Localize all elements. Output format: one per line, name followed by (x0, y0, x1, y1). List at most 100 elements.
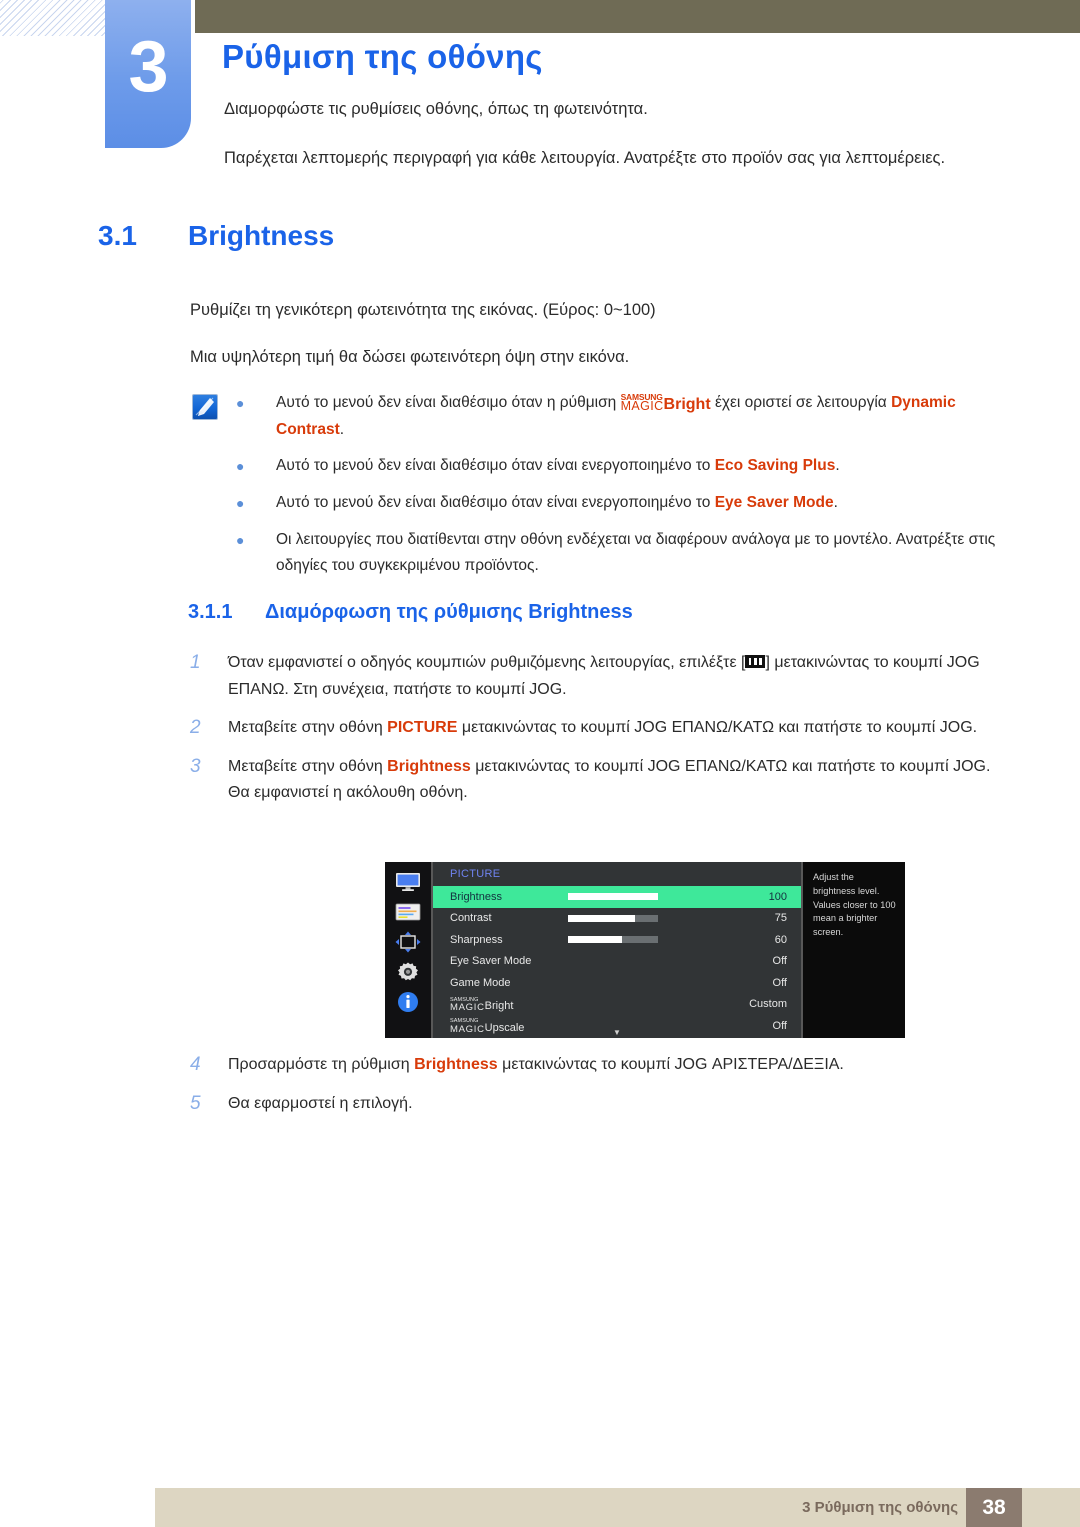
chapter-header-bar (195, 0, 1080, 33)
osd-row-contrast[interactable]: Contrast 75 (433, 908, 801, 930)
chapter-intro-line-1: Διαμορφώστε τις ρυθμίσεις οθόνης, όπως τ… (224, 100, 648, 118)
step-text-pre: Όταν εμφανιστεί ο οδηγός κουμπιών ρυθμιζ… (228, 654, 746, 671)
note-text-pre: Αυτό το μενού δεν είναι διαθέσιμο όταν η… (276, 394, 621, 411)
information-icon (394, 991, 422, 1013)
osd-screenshot: PICTURE Brightness 100 Contrast 75 Sharp… (385, 862, 905, 1038)
magicupscale-logo: SAMSUNG MAGIC Upscale (450, 1018, 525, 1035)
osd-icon-rail (385, 862, 433, 1038)
hatch-decoration (0, 0, 108, 36)
osd-row-value: Off (772, 1019, 787, 1032)
magicbright-logo: SAMSUNG MAGIC Bright (621, 392, 711, 413)
magicupscale-stack: SAMSUNG MAGIC (450, 1018, 485, 1035)
slider-fill (568, 914, 635, 922)
step-text: Προσαρμόστε τη ρύθμιση Brightness μετακι… (228, 1052, 1000, 1079)
osd-row-sharpness[interactable]: Sharpness 60 (433, 929, 801, 951)
system-arrows-icon (394, 931, 422, 953)
step-item: 3 Μεταβείτε στην οθόνη Brightness μετακι… (190, 754, 1000, 807)
monitor-icon (394, 871, 422, 893)
magicbright-logo: SAMSUNG MAGIC Bright (450, 997, 514, 1013)
step-text: Μεταβείτε στην οθόνη PICTURE μετακινώντα… (228, 715, 1000, 742)
step-item: 4 Προσαρμόστε τη ρύθμιση Brightness μετα… (190, 1052, 1000, 1079)
osd-row-brightness[interactable]: Brightness 100 (433, 886, 801, 908)
osd-help-text: Adjust the brightness level. Values clos… (801, 862, 905, 1038)
note-text-post: . (339, 420, 345, 438)
step-text: Θα εφαρμοστεί η επιλογή. (228, 1094, 413, 1112)
step-number: 4 (190, 1054, 201, 1075)
step-item: 2 Μεταβείτε στην οθόνη PICTURE μετακινών… (190, 715, 1000, 742)
step-text: Όταν εμφανιστεί ο οδηγός κουμπιών ρυθμιζ… (228, 650, 1000, 703)
osd-row-value: Off (772, 976, 787, 989)
step-number: 2 (190, 717, 201, 739)
section-number: 3.1 (98, 220, 137, 251)
step-number: 1 (190, 652, 201, 673)
magicupscale-magic-label: MAGIC (450, 1023, 485, 1035)
note-text-pre: Αυτό το μενού δεν είναι διαθέσιμο όταν ε… (276, 493, 715, 511)
note-item-text: Αυτό το μενού δεν είναι διαθέσιμο όταν η… (276, 390, 996, 443)
magicbright-suffix-label: Bright (663, 396, 711, 413)
osd-row-label: Eye Saver Mode (450, 955, 532, 968)
note-text-post: . (835, 457, 840, 475)
magicbright-magic-label: MAGIC (450, 1002, 485, 1013)
step-item: 1 Όταν εμφανιστεί ο οδηγός κουμπιών ρυθμ… (190, 650, 1000, 703)
bullet-icon: ● (236, 458, 245, 475)
note-emphasis: Eye Saver Mode (714, 493, 834, 511)
step-number: 3 (190, 755, 201, 777)
note-list: ● Αυτό το μενού δεν είναι διαθέσιμο όταν… (236, 390, 996, 590)
osd-row-value: Custom (749, 998, 787, 1011)
note-pencil-icon (192, 394, 218, 420)
step-emphasis: Brightness (414, 1056, 498, 1073)
osd-row-label: Brightness (450, 890, 502, 903)
bullet-icon: ● (236, 395, 245, 411)
note-text-post: . (833, 493, 838, 511)
section-paragraph-range: Ρυθμίζει τη γενικότερη φωτεινότητα της ε… (190, 301, 656, 319)
step-text-post: μετακινώντας το κουμπί JOG ΑΡΙΣΤΕΡΑ/ΔΕΞΙ… (497, 1056, 844, 1073)
note-item-text: Οι λειτουργίες που διατίθενται στην οθόν… (276, 530, 996, 575)
note-item-text: Αυτό το μενού δεν είναι διαθέσιμο όταν ε… (276, 490, 996, 517)
section-paragraph-higher: Μια υψηλότερη τιμή θα δώσει φωτεινότερη … (190, 348, 630, 366)
scroll-down-caret-icon[interactable]: ▼ (613, 1029, 621, 1037)
osd-menu-title: PICTURE (450, 868, 501, 880)
osd-row-label: SAMSUNG MAGIC Bright (450, 997, 568, 1013)
gear-icon (394, 961, 422, 983)
magicupscale-suffix-label: Upscale (484, 1021, 525, 1034)
osd-slider-brightness[interactable] (568, 893, 658, 901)
slider-fill (568, 936, 622, 944)
note-text-pre: Αυτό το μενού δεν είναι διαθέσιμο όταν ε… (276, 457, 715, 475)
osd-row-value: 60 (774, 933, 787, 946)
chapter-title: Ρύθμιση της οθόνης (222, 38, 543, 75)
magicbright-suffix-label: Bright (484, 1000, 514, 1012)
note-item: ● Αυτό το μενού δεν είναι διαθέσιμο όταν… (236, 390, 996, 443)
subsection-number: 3.1.1 (188, 601, 233, 623)
osd-row-magicbright[interactable]: SAMSUNG MAGIC Bright Custom (433, 994, 801, 1016)
osd-row-label: SAMSUNG MAGIC Upscale (450, 1018, 568, 1035)
onscreen-display-icon (394, 901, 422, 923)
note-item: ● Αυτό το μενού δεν είναι διαθέσιμο όταν… (236, 490, 996, 517)
chapter-intro-line-2: Παρέχεται λεπτομερής περιγραφή για κάθε … (224, 149, 946, 167)
subsection-title: Διαμόρφωση της ρύθμισης Brightness (265, 601, 633, 623)
osd-slider-sharpness[interactable] (568, 936, 658, 944)
magicbright-magic-label: MAGIC (620, 399, 664, 413)
osd-row-label: Sharpness (450, 933, 503, 946)
osd-row-value: 100 (768, 890, 787, 903)
osd-slider-contrast[interactable] (568, 914, 658, 922)
note-text-mid: έχει οριστεί σε λειτουργία (710, 394, 892, 411)
step-emphasis: Brightness (387, 757, 471, 775)
osd-row-value: Off (772, 955, 787, 968)
subsection-heading: 3.1.1 Διαμόρφωση της ρύθμισης Brightness (188, 601, 633, 624)
osd-row-eye-saver-mode[interactable]: Eye Saver Mode Off (433, 951, 801, 973)
slider-fill (568, 893, 658, 901)
step-text: Μεταβείτε στην οθόνη Brightness μετακινώ… (228, 754, 1000, 807)
section-title: Brightness (188, 220, 335, 251)
note-item: ● Αυτό το μενού δεν είναι διαθέσιμο όταν… (236, 453, 996, 480)
bullet-icon: ● (236, 531, 245, 548)
osd-row-label: Contrast (450, 912, 492, 925)
step-text-post: μετακινώντας το κουμπί JOG ΕΠΑΝΩ/ΚΑΤΩ κα… (457, 719, 978, 737)
osd-row-game-mode[interactable]: Game Mode Off (433, 972, 801, 994)
chapter-number-tab: 3 (105, 0, 191, 148)
steps-list-upper: 1 Όταν εμφανιστεί ο οδηγός κουμπιών ρυθμ… (190, 650, 1000, 819)
note-item: ● Οι λειτουργίες που διατίθενται στην οθ… (236, 527, 996, 580)
note-emphasis: Eco Saving Plus (714, 457, 836, 475)
section-heading: 3.1 Brightness (98, 220, 334, 252)
magicbright-stack: SAMSUNG MAGIC (620, 393, 664, 413)
osd-menu-panel: PICTURE Brightness 100 Contrast 75 Sharp… (433, 862, 801, 1038)
